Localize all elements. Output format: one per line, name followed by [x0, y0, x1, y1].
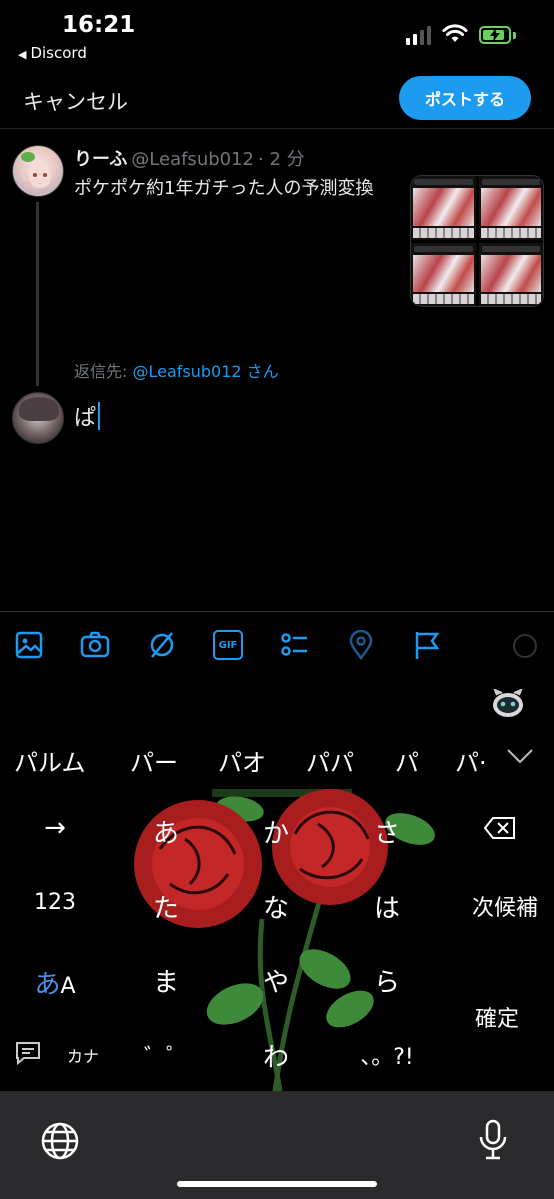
tweet-header: りーふ @Leafsub012 · 2 分 — [74, 145, 305, 171]
media-thumbnail[interactable] — [478, 176, 543, 240]
camera-icon[interactable] — [80, 630, 110, 660]
compose-header: キャンセル ポストする — [0, 70, 554, 129]
microphone-icon[interactable] — [478, 1119, 508, 1161]
status-time: 16:21 — [62, 12, 136, 38]
back-arrow-icon: ◀ — [18, 48, 27, 61]
author-name: りーふ — [74, 149, 128, 170]
arrow-key[interactable]: → — [10, 813, 100, 843]
confirm-key[interactable]: 確定 — [452, 1001, 542, 1033]
reply-to-line: 返信先: @Leafsub012 さん — [74, 358, 279, 382]
cancel-button[interactable]: キャンセル — [23, 86, 128, 116]
media-thumbnail[interactable] — [411, 242, 476, 306]
compose-toolbar: GIF — [0, 611, 554, 679]
my-avatar — [12, 392, 64, 444]
battery-charging-icon — [479, 26, 511, 44]
globe-icon[interactable] — [40, 1121, 80, 1161]
post-button[interactable]: ポストする — [399, 76, 531, 120]
character-counter-ring — [513, 634, 537, 658]
candidate-item[interactable]: パ· — [455, 743, 487, 778]
candidate-item[interactable]: パオ — [218, 743, 266, 778]
katakana-key[interactable]: カナ — [38, 1043, 128, 1067]
backspace-icon[interactable] — [483, 816, 517, 840]
input-mode-alpha: A — [60, 974, 76, 999]
candidate-item[interactable]: パパ — [306, 743, 354, 778]
flag-icon[interactable] — [412, 630, 442, 660]
location-icon[interactable] — [346, 630, 376, 660]
tweet-time: · 2 分 — [258, 149, 305, 170]
input-mode-kana: あ — [34, 970, 61, 1000]
keyboard-top-bar — [0, 679, 554, 729]
kana-key[interactable]: ま — [121, 962, 211, 999]
kana-key[interactable]: か — [231, 813, 321, 850]
keyboard-bot-icon[interactable] — [491, 689, 525, 719]
home-indicator[interactable] — [177, 1181, 377, 1187]
kana-key[interactable]: は — [342, 888, 432, 925]
candidate-item[interactable]: パルム — [14, 743, 86, 778]
image-icon[interactable] — [14, 630, 44, 660]
candidate-item[interactable]: パ — [395, 743, 419, 778]
reply-text-input[interactable]: ぱ — [74, 400, 101, 432]
tweet-media-grid[interactable] — [410, 175, 544, 307]
kana-key[interactable]: わ — [231, 1037, 321, 1074]
conversion-candidates-bar: パルム パー パオ パパ パ パ· — [0, 729, 554, 789]
gif-off-icon[interactable] — [147, 630, 177, 660]
input-mode-key[interactable]: あA — [10, 964, 100, 1001]
kana-key[interactable]: や — [231, 962, 321, 999]
kana-key[interactable]: あ — [121, 813, 211, 850]
original-author-avatar[interactable] — [12, 145, 64, 197]
tweet-text: ポケポケ約1年ガチった人の予測変換 — [74, 178, 374, 199]
reply-input-text: ぱ — [74, 406, 97, 431]
media-thumbnail[interactable] — [411, 176, 476, 240]
reply-mention-link[interactable]: @Leafsub012 さん — [133, 362, 279, 381]
battery-cap — [513, 32, 516, 39]
keyboard-system-bar — [0, 1091, 554, 1199]
back-app-label: Discord — [30, 44, 87, 62]
poll-icon[interactable] — [279, 630, 309, 660]
wifi-icon — [442, 24, 468, 42]
kana-key[interactable]: さ — [342, 813, 432, 850]
next-candidate-key[interactable]: 次候補 — [456, 890, 554, 922]
gif-label: GIF — [218, 639, 238, 651]
media-thumbnail[interactable] — [478, 242, 543, 306]
kana-key[interactable]: な — [231, 888, 321, 925]
dakuten-key[interactable]: ゛゜ — [121, 1039, 211, 1071]
chevron-down-icon[interactable] — [506, 747, 534, 765]
thread-line — [36, 202, 39, 386]
status-bar: 16:21 ◀ Discord — [0, 0, 554, 70]
candidate-item[interactable]: パー — [130, 743, 178, 778]
flick-keyboard: → あ か さ 123 た な は 次候補 あA ま や ら 確定 カナ ゛゜ … — [0, 789, 554, 1091]
kana-key[interactable]: た — [121, 888, 211, 925]
number-mode-key[interactable]: 123 — [10, 890, 100, 915]
text-caret — [98, 402, 101, 430]
kana-key[interactable]: ら — [342, 962, 432, 999]
cellular-signal-icon — [406, 26, 431, 45]
gif-icon[interactable]: GIF — [213, 630, 243, 660]
punctuation-key[interactable]: 、。?! — [342, 1039, 432, 1071]
reply-to-prefix: 返信先: — [74, 362, 128, 381]
back-to-app-link[interactable]: ◀ Discord — [18, 44, 87, 62]
author-handle: @Leafsub012 — [131, 149, 255, 170]
